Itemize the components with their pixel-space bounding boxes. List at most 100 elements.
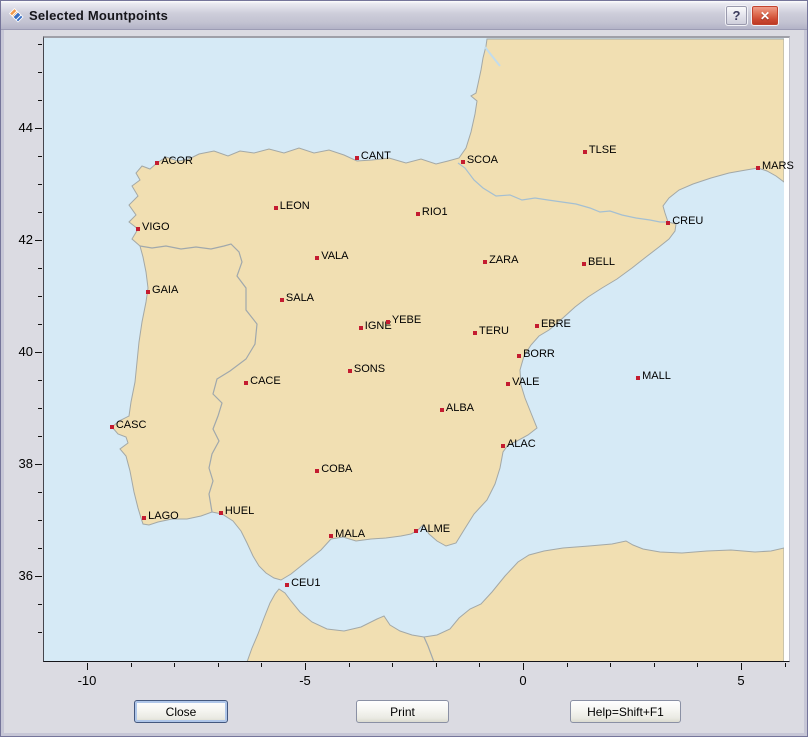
station-label: LAGO: [148, 510, 179, 522]
station-marker: [274, 206, 278, 210]
y-minor-tick: [38, 604, 42, 605]
y-tick-label: 36: [4, 568, 33, 583]
station-label: MALL: [642, 370, 671, 382]
y-major-tick: [35, 464, 42, 465]
station-marker: [440, 408, 444, 412]
x-tick-label: 5: [719, 673, 763, 688]
x-minor-tick: [349, 663, 350, 667]
station-label: TLSE: [589, 144, 617, 156]
station-marker: [535, 324, 539, 328]
x-minor-tick: [261, 663, 262, 667]
y-minor-tick: [38, 492, 42, 493]
station-marker: [146, 290, 150, 294]
station-label: ALBA: [446, 402, 474, 414]
y-minor-tick: [38, 324, 42, 325]
y-major-tick: [35, 576, 42, 577]
station-label: MALA: [335, 528, 365, 540]
y-minor-tick: [38, 436, 42, 437]
station-label: YEBE: [392, 314, 421, 326]
station-marker: [414, 529, 418, 533]
station-label: GAIA: [152, 284, 178, 296]
titlebar-close-button[interactable]: ✕: [751, 5, 779, 26]
x-major-tick: [741, 663, 742, 670]
map: [44, 38, 784, 661]
help-shortcut-button[interactable]: Help=Shift+F1: [570, 700, 681, 723]
y-major-tick: [35, 352, 42, 353]
x-minor-tick: [654, 663, 655, 667]
close-button[interactable]: Close: [134, 700, 228, 723]
station-label: BORR: [523, 348, 555, 360]
station-marker: [666, 221, 670, 225]
station-marker: [315, 469, 319, 473]
station-label: ALME: [420, 523, 450, 535]
station-marker: [386, 320, 390, 324]
station-marker: [461, 160, 465, 164]
y-minor-tick: [38, 632, 42, 633]
y-minor-tick: [38, 72, 42, 73]
y-tick-label: 38: [4, 456, 33, 471]
station-label: CREU: [672, 215, 703, 227]
print-button[interactable]: Print: [356, 700, 449, 723]
station-label: ALAC: [507, 438, 536, 450]
station-marker: [142, 516, 146, 520]
station-label: CACE: [250, 375, 281, 387]
station-label: COBA: [321, 463, 352, 475]
x-tick-label: -10: [65, 673, 109, 688]
titlebar[interactable]: Selected Mountpoints: [1, 1, 807, 30]
y-minor-tick: [38, 520, 42, 521]
station-label: TERU: [479, 325, 509, 337]
station-marker: [756, 166, 760, 170]
y-tick-label: 40: [4, 344, 33, 359]
station-label: VIGO: [142, 221, 170, 233]
x-minor-tick: [567, 663, 568, 667]
station-marker: [582, 262, 586, 266]
station-label: LEON: [280, 200, 310, 212]
y-minor-tick: [38, 408, 42, 409]
station-label: RIO1: [422, 206, 448, 218]
y-tick-label: 42: [4, 232, 33, 247]
station-marker: [110, 425, 114, 429]
app-icon: [8, 7, 24, 23]
station-marker: [636, 376, 640, 380]
y-minor-tick: [38, 44, 42, 45]
x-minor-tick: [479, 663, 480, 667]
x-minor-tick: [392, 663, 393, 667]
station-marker: [517, 354, 521, 358]
x-major-tick: [523, 663, 524, 670]
x-minor-tick: [610, 663, 611, 667]
station-marker: [506, 382, 510, 386]
y-minor-tick: [38, 212, 42, 213]
station-label: MARS: [762, 160, 794, 172]
titlebar-help-button[interactable]: ?: [725, 5, 748, 26]
y-major-tick: [35, 240, 42, 241]
y-minor-tick: [38, 156, 42, 157]
x-minor-tick: [174, 663, 175, 667]
station-marker: [583, 150, 587, 154]
station-label: SCOA: [467, 154, 498, 166]
y-tick-label: 44: [4, 120, 33, 135]
x-major-tick: [305, 663, 306, 670]
station-label: HUEL: [225, 505, 254, 517]
station-label: VALE: [512, 376, 539, 388]
station-marker: [483, 260, 487, 264]
close-icon: ✕: [760, 9, 770, 23]
station-marker: [219, 511, 223, 515]
station-label: BELL: [588, 256, 615, 268]
station-marker: [473, 331, 477, 335]
x-minor-tick: [131, 663, 132, 667]
station-marker: [280, 298, 284, 302]
station-label: CEU1: [291, 577, 320, 589]
station-label: VALA: [321, 250, 348, 262]
y-minor-tick: [38, 548, 42, 549]
station-label: SONS: [354, 363, 385, 375]
station-marker: [155, 161, 159, 165]
y-minor-tick: [38, 184, 42, 185]
x-minor-tick: [785, 663, 786, 667]
station-label: ACOR: [161, 155, 193, 167]
station-marker: [315, 256, 319, 260]
y-minor-tick: [38, 268, 42, 269]
x-minor-tick: [697, 663, 698, 667]
question-icon: ?: [733, 8, 741, 23]
station-marker: [355, 156, 359, 160]
y-major-tick: [35, 128, 42, 129]
